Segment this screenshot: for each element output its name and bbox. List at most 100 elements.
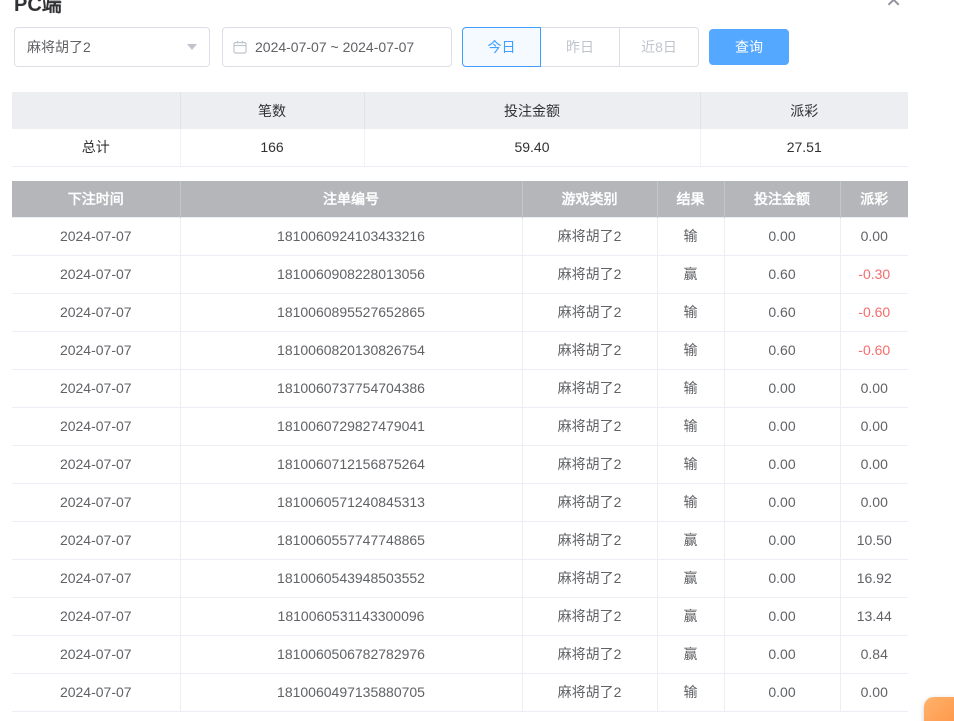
search-button[interactable]: 查询: [709, 29, 789, 65]
bet-id-cell: 1810060712156875264: [180, 445, 522, 483]
table-row: 2024-07-071810060729827479041麻将胡了2输0.000…: [12, 407, 908, 445]
summary-header-count: 笔数: [180, 92, 364, 129]
bet-id-cell: 1810060820130826754: [180, 331, 522, 369]
date-range-value: 2024-07-07 ~ 2024-07-07: [255, 39, 414, 55]
floating-service-button[interactable]: [924, 697, 954, 721]
summary-total-row: 总计 166 59.40 27.51: [12, 129, 908, 166]
table-row: 2024-07-071810060497135880705麻将胡了2输0.000…: [12, 673, 908, 711]
payout-cell: -0.30: [840, 255, 908, 293]
bet-amount-cell: 0.00: [724, 597, 840, 635]
records-header-row: 下注时间 注单编号 游戏类别 结果 投注金额 派彩: [12, 181, 908, 217]
records-header-result: 结果: [657, 181, 724, 217]
result-cell: 赢: [657, 597, 724, 635]
payout-cell: 13.44: [840, 597, 908, 635]
chevron-down-icon: [187, 44, 197, 50]
result-cell: 赢: [657, 635, 724, 673]
game-type-cell: 麻将胡了2: [522, 217, 657, 255]
bet-date-cell: 2024-07-07: [12, 369, 180, 407]
game-type-cell: 麻将胡了2: [522, 255, 657, 293]
payout-cell: 0.00: [840, 407, 908, 445]
bet-amount-cell: 0.60: [724, 255, 840, 293]
payout-cell: 0.00: [840, 673, 908, 711]
table-row: 2024-07-071810060737754704386麻将胡了2输0.000…: [12, 369, 908, 407]
bet-id-cell: 1810060737754704386: [180, 369, 522, 407]
table-row: 2024-07-071810060543948503552麻将胡了2赢0.001…: [12, 559, 908, 597]
game-type-cell: 麻将胡了2: [522, 597, 657, 635]
today-button[interactable]: 今日: [462, 27, 541, 67]
bet-amount-cell: 0.00: [724, 673, 840, 711]
summary-table: 笔数 投注金额 派彩 总计 166 59.40 27.51: [12, 92, 908, 167]
bet-amount-cell: 0.00: [724, 445, 840, 483]
result-cell: 输: [657, 369, 724, 407]
payout-cell: 10.50: [840, 521, 908, 559]
date-range-picker[interactable]: 2024-07-07 ~ 2024-07-07: [222, 27, 452, 67]
summary-total-label: 总计: [12, 129, 180, 166]
bet-date-cell: 2024-07-07: [12, 331, 180, 369]
result-cell: 赢: [657, 559, 724, 597]
game-select[interactable]: 麻将胡了2: [14, 27, 210, 67]
result-cell: 输: [657, 407, 724, 445]
bet-date-cell: 2024-07-07: [12, 293, 180, 331]
game-type-cell: 麻将胡了2: [522, 369, 657, 407]
betting-records-panel: PC端 ✕ 麻将胡了2 2024-07-07 ~ 2024-07-07 今日 昨…: [0, 0, 954, 721]
calendar-icon: [233, 40, 247, 54]
bet-date-cell: 2024-07-07: [12, 635, 180, 673]
bet-amount-cell: 0.00: [724, 407, 840, 445]
game-type-cell: 麻将胡了2: [522, 445, 657, 483]
result-cell: 输: [657, 445, 724, 483]
summary-header-row: 笔数 投注金额 派彩: [12, 92, 908, 129]
bet-id-cell: 1810060729827479041: [180, 407, 522, 445]
quick-date-button-group: 今日 昨日 近8日: [462, 27, 699, 67]
records-table: 下注时间 注单编号 游戏类别 结果 投注金额 派彩 2024-07-071810…: [12, 181, 908, 712]
close-icon[interactable]: ✕: [885, 0, 902, 11]
result-cell: 输: [657, 293, 724, 331]
table-row: 2024-07-071810060895527652865麻将胡了2输0.60-…: [12, 293, 908, 331]
game-type-cell: 麻将胡了2: [522, 635, 657, 673]
summary-total-count: 166: [180, 129, 364, 166]
bet-date-cell: 2024-07-07: [12, 217, 180, 255]
table-row: 2024-07-071810060531143300096麻将胡了2赢0.001…: [12, 597, 908, 635]
summary-header-bet-amount: 投注金额: [364, 92, 700, 129]
payout-cell: 0.84: [840, 635, 908, 673]
summary-header-payout: 派彩: [700, 92, 908, 129]
table-row: 2024-07-071810060506782782976麻将胡了2赢0.000…: [12, 635, 908, 673]
records-header-bet-id: 注单编号: [180, 181, 522, 217]
bet-date-cell: 2024-07-07: [12, 521, 180, 559]
bet-id-cell: 1810060908228013056: [180, 255, 522, 293]
summary-total-bet-amount: 59.40: [364, 129, 700, 166]
game-type-cell: 麻将胡了2: [522, 331, 657, 369]
game-type-cell: 麻将胡了2: [522, 559, 657, 597]
bet-date-cell: 2024-07-07: [12, 445, 180, 483]
filter-bar: 麻将胡了2 2024-07-07 ~ 2024-07-07 今日 昨日 近8日 …: [14, 27, 789, 67]
summary-total-payout: 27.51: [700, 129, 908, 166]
records-header-bet-date: 下注时间: [12, 181, 180, 217]
bet-id-cell: 1810060497135880705: [180, 673, 522, 711]
payout-cell: -0.60: [840, 331, 908, 369]
result-cell: 输: [657, 217, 724, 255]
records-header-game-type: 游戏类别: [522, 181, 657, 217]
bet-amount-cell: 0.60: [724, 293, 840, 331]
bet-id-cell: 1810060557747748865: [180, 521, 522, 559]
bet-date-cell: 2024-07-07: [12, 255, 180, 293]
table-row: 2024-07-071810060557747748865麻将胡了2赢0.001…: [12, 521, 908, 559]
last-8-days-button[interactable]: 近8日: [620, 27, 699, 67]
records-header-payout: 派彩: [840, 181, 908, 217]
game-type-cell: 麻将胡了2: [522, 521, 657, 559]
payout-cell: 0.00: [840, 483, 908, 521]
bet-id-cell: 1810060531143300096: [180, 597, 522, 635]
table-row: 2024-07-071810060924103433216麻将胡了2输0.000…: [12, 217, 908, 255]
bet-id-cell: 1810060506782782976: [180, 635, 522, 673]
bet-amount-cell: 0.00: [724, 559, 840, 597]
game-select-value: 麻将胡了2: [27, 37, 91, 57]
bet-amount-cell: 0.00: [724, 217, 840, 255]
table-row: 2024-07-071810060712156875264麻将胡了2输0.000…: [12, 445, 908, 483]
result-cell: 赢: [657, 521, 724, 559]
summary-header-empty: [12, 92, 180, 129]
records-body: 2024-07-071810060924103433216麻将胡了2输0.000…: [12, 217, 908, 711]
bet-date-cell: 2024-07-07: [12, 559, 180, 597]
yesterday-button[interactable]: 昨日: [541, 27, 620, 67]
payout-cell: -0.60: [840, 293, 908, 331]
bet-date-cell: 2024-07-07: [12, 673, 180, 711]
result-cell: 输: [657, 483, 724, 521]
bet-date-cell: 2024-07-07: [12, 597, 180, 635]
